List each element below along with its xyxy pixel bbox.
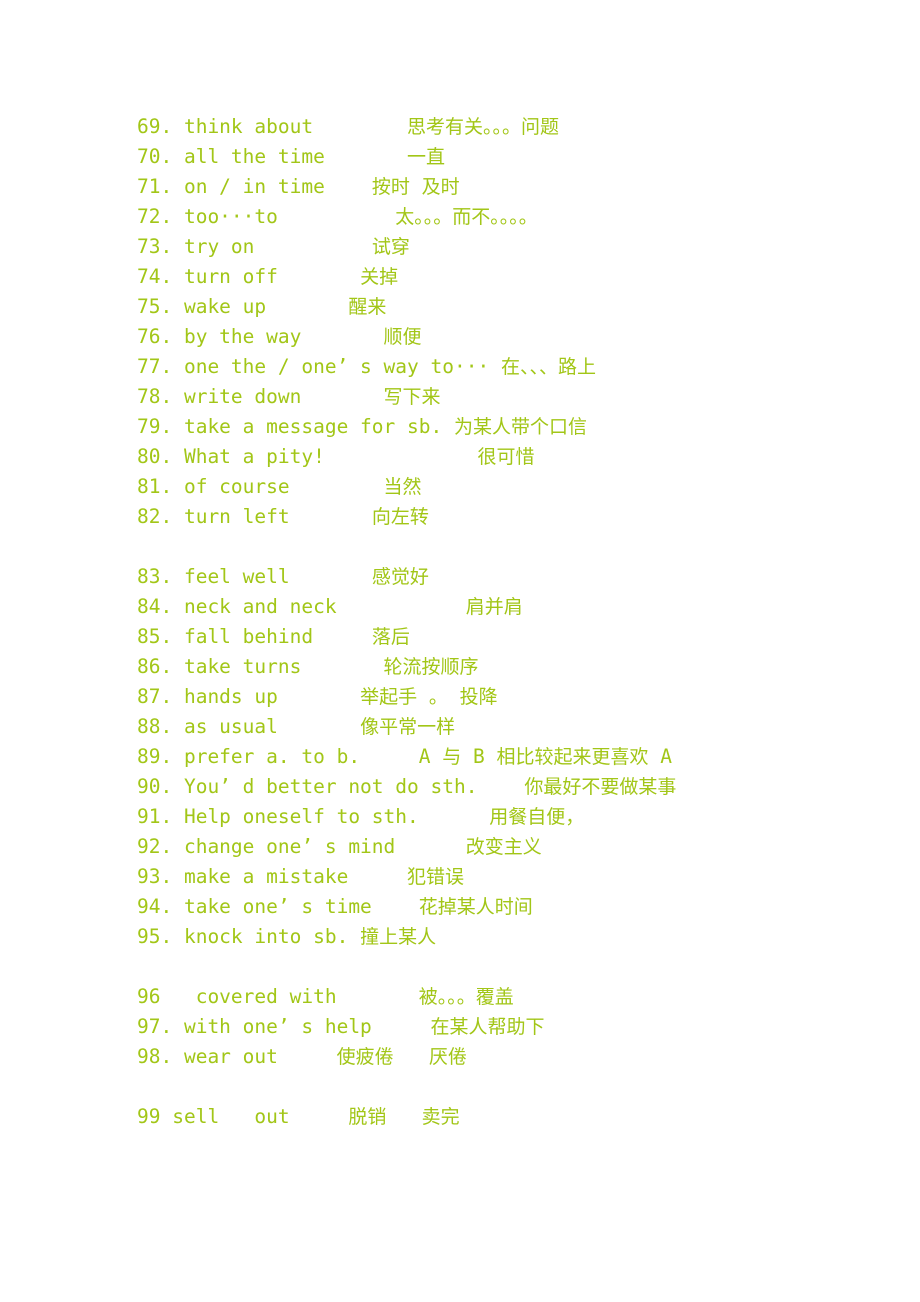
phrase-line: 77. one the / one’ s way to··· 在、、、路上: [137, 355, 596, 378]
phrase-line: 99 sell out 脱销 卖完: [137, 1105, 460, 1128]
phrase-line: 88. as usual 像平常一样: [137, 715, 456, 738]
chinese-gloss: 当然: [383, 476, 422, 498]
chinese-gloss: 肩并肩: [465, 596, 523, 618]
phrase-line: 89. prefer a. to b. A 与 B 相比较起来更喜欢 A: [137, 745, 672, 768]
chinese-gloss: 醒来: [348, 296, 387, 318]
chinese-gloss: 感觉好: [371, 566, 429, 588]
phrase-line: 69. think about 思考有关。。。问题: [137, 115, 560, 138]
chinese-gloss: 相比较起来更喜欢: [496, 746, 649, 768]
chinese-gloss: 你最好不要做某事: [524, 776, 677, 798]
phrase-line: 98. wear out 使疲倦 厌倦: [137, 1045, 467, 1068]
chinese-gloss: 写下来: [383, 386, 441, 408]
chinese-gloss: 投降: [459, 686, 498, 708]
chinese-gloss: 太。。。而不。。。。: [395, 206, 538, 228]
phrase-line: 78. write down 写下来: [137, 385, 441, 408]
chinese-gloss: 花掉某人时间: [418, 896, 533, 918]
phrase-line: 80. What a pity! 很可惜: [137, 445, 535, 468]
phrase-list: 69. think about 思考有关。。。问题 70. all the tim…: [137, 112, 897, 1132]
phrase-line: 92. change one’ s mind 改变主义: [137, 835, 542, 858]
chinese-gloss: 在、、、路上: [500, 356, 596, 378]
chinese-gloss: 被。。。覆盖: [418, 986, 514, 1008]
chinese-gloss: 撞上某人: [360, 926, 437, 948]
chinese-gloss: 犯错误: [407, 866, 465, 888]
chinese-gloss: 卖完: [421, 1106, 460, 1128]
chinese-gloss: 一直: [407, 146, 446, 168]
chinese-gloss: 与: [442, 746, 462, 768]
phrase-line: 83. feel well 感觉好: [137, 565, 429, 588]
phrase-line: 76. by the way 顺便: [137, 325, 422, 348]
phrase-line: 95. knock into sb. 撞上某人: [137, 925, 437, 948]
phrase-line: 91. Help oneself to sth. 用餐自便，: [137, 805, 585, 828]
chinese-gloss: 按时: [371, 176, 410, 198]
phrase-line: 75. wake up 醒来: [137, 295, 387, 318]
chinese-gloss: 顺便: [383, 326, 422, 348]
chinese-gloss: 用餐自便，: [489, 806, 585, 828]
chinese-gloss: 脱销: [348, 1106, 387, 1128]
chinese-gloss: 像平常一样: [360, 716, 456, 738]
chinese-gloss: 为某人带个口信: [453, 416, 587, 438]
phrase-line: 94. take one’ s time 花掉某人时间: [137, 895, 533, 918]
phrase-line: 82. turn left 向左转: [137, 505, 429, 528]
chinese-gloss: 落后: [371, 626, 410, 648]
phrase-line: 86. take turns 轮流按顺序: [137, 655, 479, 678]
phrase-line: 97. with one’ s help 在某人帮助下: [137, 1015, 545, 1038]
phrase-line: 93. make a mistake 犯错误: [137, 865, 465, 888]
chinese-gloss: 轮流按顺序: [383, 656, 479, 678]
phrase-line: 73. try on 试穿: [137, 235, 410, 258]
phrase-line: 74. turn off 关掉: [137, 265, 399, 288]
chinese-gloss: 使疲倦: [336, 1046, 394, 1068]
chinese-gloss: 厌倦: [428, 1046, 467, 1068]
phrase-line: 81. of course 当然: [137, 475, 422, 498]
chinese-gloss: 试穿: [371, 236, 410, 258]
chinese-gloss: 很可惜: [477, 446, 535, 468]
phrase-line: 96 covered with 被。。。覆盖: [137, 985, 514, 1008]
chinese-gloss: 。: [428, 686, 448, 708]
chinese-gloss: 及时: [421, 176, 460, 198]
phrase-line: 87. hands up 举起手 。 投降: [137, 685, 498, 708]
chinese-gloss: 举起手: [360, 686, 418, 708]
chinese-gloss: 关掉: [360, 266, 399, 288]
phrase-line: 85. fall behind 落后: [137, 625, 410, 648]
chinese-gloss: 思考有关。。。问题: [407, 116, 560, 138]
phrase-line: 84. neck and neck 肩并肩: [137, 595, 523, 618]
chinese-gloss: 向左转: [371, 506, 429, 528]
phrase-line: 70. all the time 一直: [137, 145, 446, 168]
phrase-line: 90. You’ d better not do sth. 你最好不要做某事: [137, 775, 677, 798]
chinese-gloss: 在某人帮助下: [430, 1016, 545, 1038]
phrase-line: 79. take a message for sb. 为某人带个口信: [137, 415, 587, 438]
chinese-gloss: 改变主义: [465, 836, 542, 858]
phrase-line: 72. too···to 太。。。而不。。。。: [137, 205, 538, 228]
phrase-line: 71. on / in time 按时 及时: [137, 175, 460, 198]
document-page: 69. think about 思考有关。。。问题 70. all the tim…: [0, 0, 920, 1302]
